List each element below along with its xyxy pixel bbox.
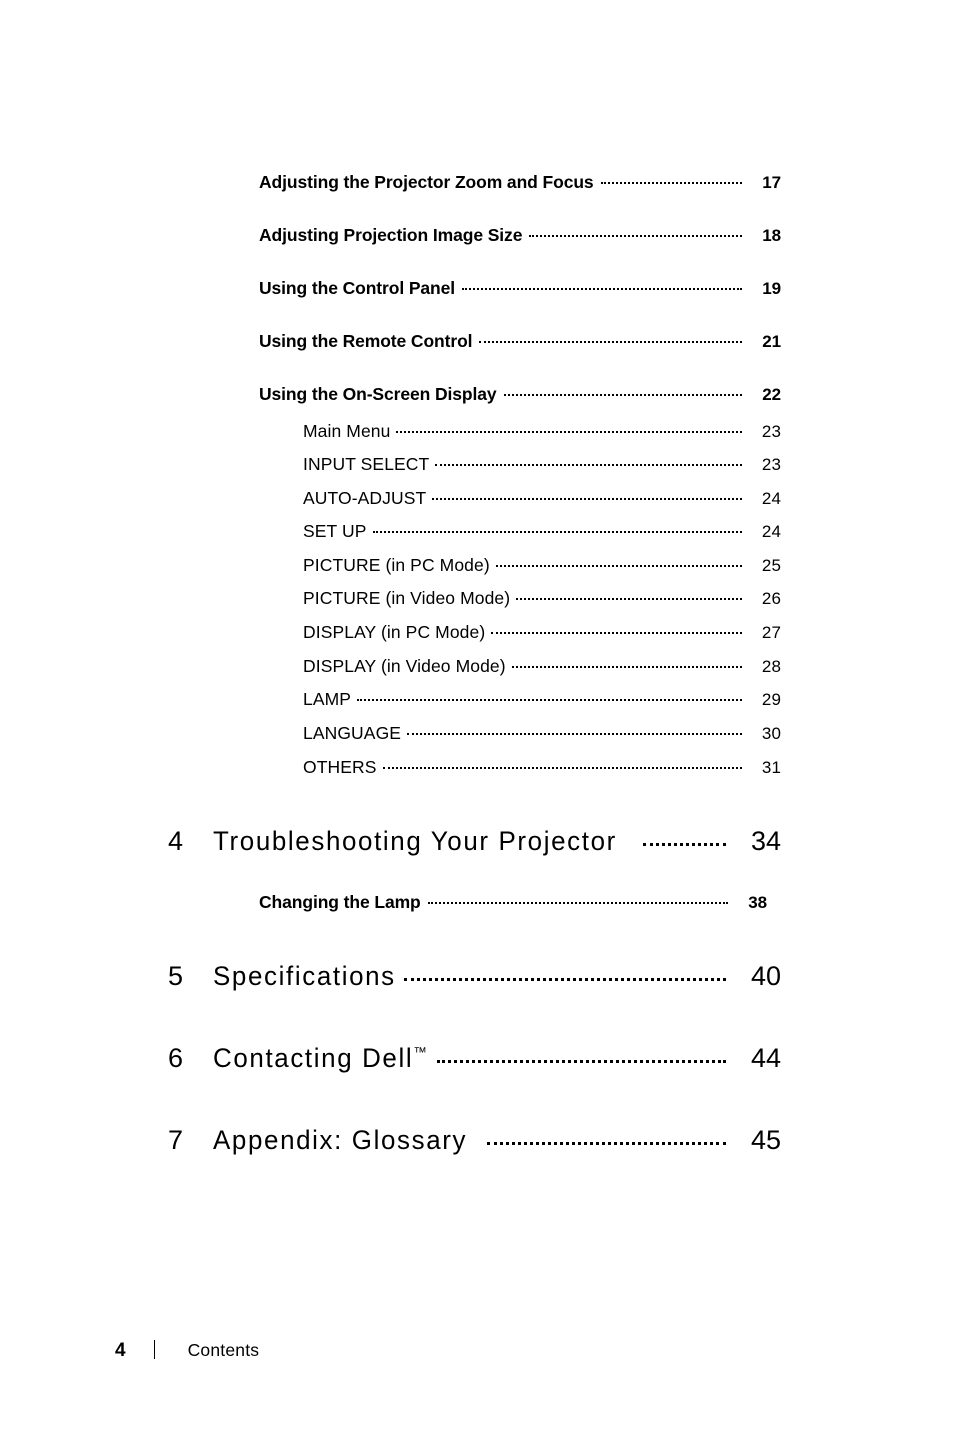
toc-entry-level-3[interactable]: LANGUAGE 30 bbox=[303, 721, 781, 744]
toc-chapter-entry[interactable]: 6 Contacting Dell™ 44 bbox=[168, 1043, 781, 1074]
footer-section-label: Contents bbox=[187, 1340, 260, 1360]
toc-entry-level-3[interactable]: OTHERS 31 bbox=[303, 755, 781, 778]
toc-entry-page-number: 23 bbox=[761, 454, 781, 474]
toc-chapter-number: 7 bbox=[168, 1125, 184, 1155]
toc-entry-level-3[interactable]: SET UP 24 bbox=[303, 519, 781, 542]
dot-leader bbox=[435, 452, 742, 470]
toc-chapter-title: Specifications bbox=[213, 961, 396, 991]
toc-chapter-entry[interactable]: 7 Appendix: Glossary 45 bbox=[168, 1125, 781, 1156]
toc-chapter-number: 4 bbox=[168, 826, 184, 856]
toc-chapter-page-number: 45 bbox=[750, 1125, 781, 1155]
toc-entry-title: LAMP bbox=[303, 688, 352, 709]
page-footer: 4 Contents bbox=[115, 1337, 259, 1362]
toc-entry-title: PICTURE (in Video Mode) bbox=[303, 587, 511, 608]
dot-leader bbox=[642, 834, 726, 850]
dot-leader bbox=[382, 755, 742, 773]
toc-chapter-page-number: 34 bbox=[750, 826, 781, 856]
toc-entry-title: Using the On-Screen Display bbox=[259, 383, 497, 404]
toc-entry-page-number: 24 bbox=[761, 488, 781, 508]
dot-leader bbox=[407, 721, 742, 739]
dot-leader bbox=[511, 654, 742, 672]
dot-leader bbox=[503, 382, 742, 400]
toc-entry-title: INPUT SELECT bbox=[303, 453, 430, 474]
dot-leader bbox=[491, 620, 742, 638]
footer-page-number: 4 bbox=[115, 1340, 126, 1361]
dot-leader bbox=[529, 223, 742, 241]
toc-page: Adjusting the Projector Zoom and Focus 17… bbox=[0, 0, 954, 1432]
toc-entry-level-3[interactable]: PICTURE (in Video Mode) 26 bbox=[303, 586, 781, 609]
dot-leader bbox=[486, 1133, 726, 1149]
toc-entry-page-number: 21 bbox=[762, 331, 781, 351]
toc-entry-level-3[interactable]: DISPLAY (in PC Mode) 27 bbox=[303, 620, 781, 643]
toc-entry-page-number: 28 bbox=[761, 656, 781, 676]
toc-chapter-page-number: 40 bbox=[750, 961, 781, 991]
toc-chapter-number: 5 bbox=[168, 961, 184, 991]
dot-leader bbox=[372, 519, 742, 537]
toc-entry-page-number: 26 bbox=[761, 588, 781, 608]
toc-chapter-page-number: 44 bbox=[750, 1043, 781, 1073]
toc-entry-page-number: 27 bbox=[761, 622, 781, 642]
toc-entry-title: Adjusting Projection Image Size bbox=[259, 224, 523, 245]
toc-entry-page-number: 23 bbox=[761, 421, 781, 441]
toc-entry-level-2[interactable]: Adjusting Projection Image Size 18 bbox=[259, 223, 781, 246]
dot-leader bbox=[432, 486, 742, 504]
toc-entry-title: LANGUAGE bbox=[303, 722, 402, 743]
dot-leader bbox=[462, 276, 742, 294]
toc-entry-level-2[interactable]: Using the On-Screen Display 22 bbox=[259, 382, 781, 405]
toc-entry-title: Changing the Lamp bbox=[259, 891, 421, 912]
dot-leader bbox=[516, 586, 742, 604]
dot-leader bbox=[479, 329, 742, 347]
toc-entry-title: AUTO-ADJUST bbox=[303, 487, 427, 508]
toc-chapter-number: 6 bbox=[168, 1043, 184, 1073]
toc-entry-page-number: 38 bbox=[748, 892, 767, 912]
dot-leader bbox=[427, 890, 728, 908]
toc-entry-title: DISPLAY (in Video Mode) bbox=[303, 655, 506, 676]
toc-entry-page-number: 18 bbox=[762, 225, 781, 245]
toc-entry-title: Using the Control Panel bbox=[259, 277, 456, 298]
toc-entry-level-3[interactable]: DISPLAY (in Video Mode) 28 bbox=[303, 654, 781, 677]
toc-entry-level-2[interactable]: Changing the Lamp 38 bbox=[259, 890, 781, 913]
dot-leader bbox=[495, 553, 742, 571]
toc-chapter-title: Troubleshooting Your Projector bbox=[213, 826, 617, 856]
toc-entry-level-2[interactable]: Adjusting the Projector Zoom and Focus 17 bbox=[259, 170, 781, 193]
dot-leader bbox=[396, 419, 742, 437]
toc-entry-page-number: 31 bbox=[761, 757, 781, 777]
toc-entry-title: SET UP bbox=[303, 520, 367, 541]
dot-leader bbox=[404, 969, 726, 985]
toc-entry-title: Adjusting the Projector Zoom and Focus bbox=[259, 171, 594, 192]
toc-chapter-entry[interactable]: 4 Troubleshooting Your Projector 34 bbox=[168, 826, 781, 857]
toc-entry-page-number: 17 bbox=[762, 172, 781, 192]
toc-entry-level-2[interactable]: Using the Remote Control 21 bbox=[259, 329, 781, 352]
toc-entry-title: PICTURE (in PC Mode) bbox=[303, 554, 490, 575]
dot-leader bbox=[436, 1051, 726, 1067]
toc-entry-page-number: 22 bbox=[762, 384, 781, 404]
footer-divider bbox=[153, 1340, 155, 1359]
toc-entry-level-3[interactable]: AUTO-ADJUST 24 bbox=[303, 486, 781, 509]
toc-entry-page-number: 30 bbox=[761, 723, 781, 743]
toc-entry-page-number: 29 bbox=[761, 689, 781, 709]
toc-chapter-title: Contacting Dell™ bbox=[213, 1043, 427, 1073]
toc-entry-level-2[interactable]: Using the Control Panel 19 bbox=[259, 276, 781, 299]
toc-chapter-title: Appendix: Glossary bbox=[213, 1125, 468, 1155]
toc-entry-level-3[interactable]: Main Menu 23 bbox=[303, 419, 781, 442]
toc-entry-page-number: 24 bbox=[761, 521, 781, 541]
toc-entry-title: DISPLAY (in PC Mode) bbox=[303, 621, 486, 642]
toc-entry-page-number: 19 bbox=[762, 278, 781, 298]
toc-entry-page-number: 25 bbox=[761, 555, 781, 575]
toc-entry-level-3[interactable]: LAMP 29 bbox=[303, 687, 781, 710]
toc-chapter-entry[interactable]: 5 Specifications 40 bbox=[168, 961, 781, 992]
trademark-symbol: ™ bbox=[413, 1044, 427, 1060]
toc-entry-level-3[interactable]: INPUT SELECT 23 bbox=[303, 452, 781, 475]
dot-leader bbox=[357, 687, 742, 705]
toc-entry-level-3[interactable]: PICTURE (in PC Mode) 25 bbox=[303, 553, 781, 576]
dot-leader bbox=[600, 170, 742, 188]
toc-entry-title: Main Menu bbox=[303, 420, 391, 441]
toc-entry-title: OTHERS bbox=[303, 756, 377, 777]
toc-entry-title: Using the Remote Control bbox=[259, 330, 473, 351]
